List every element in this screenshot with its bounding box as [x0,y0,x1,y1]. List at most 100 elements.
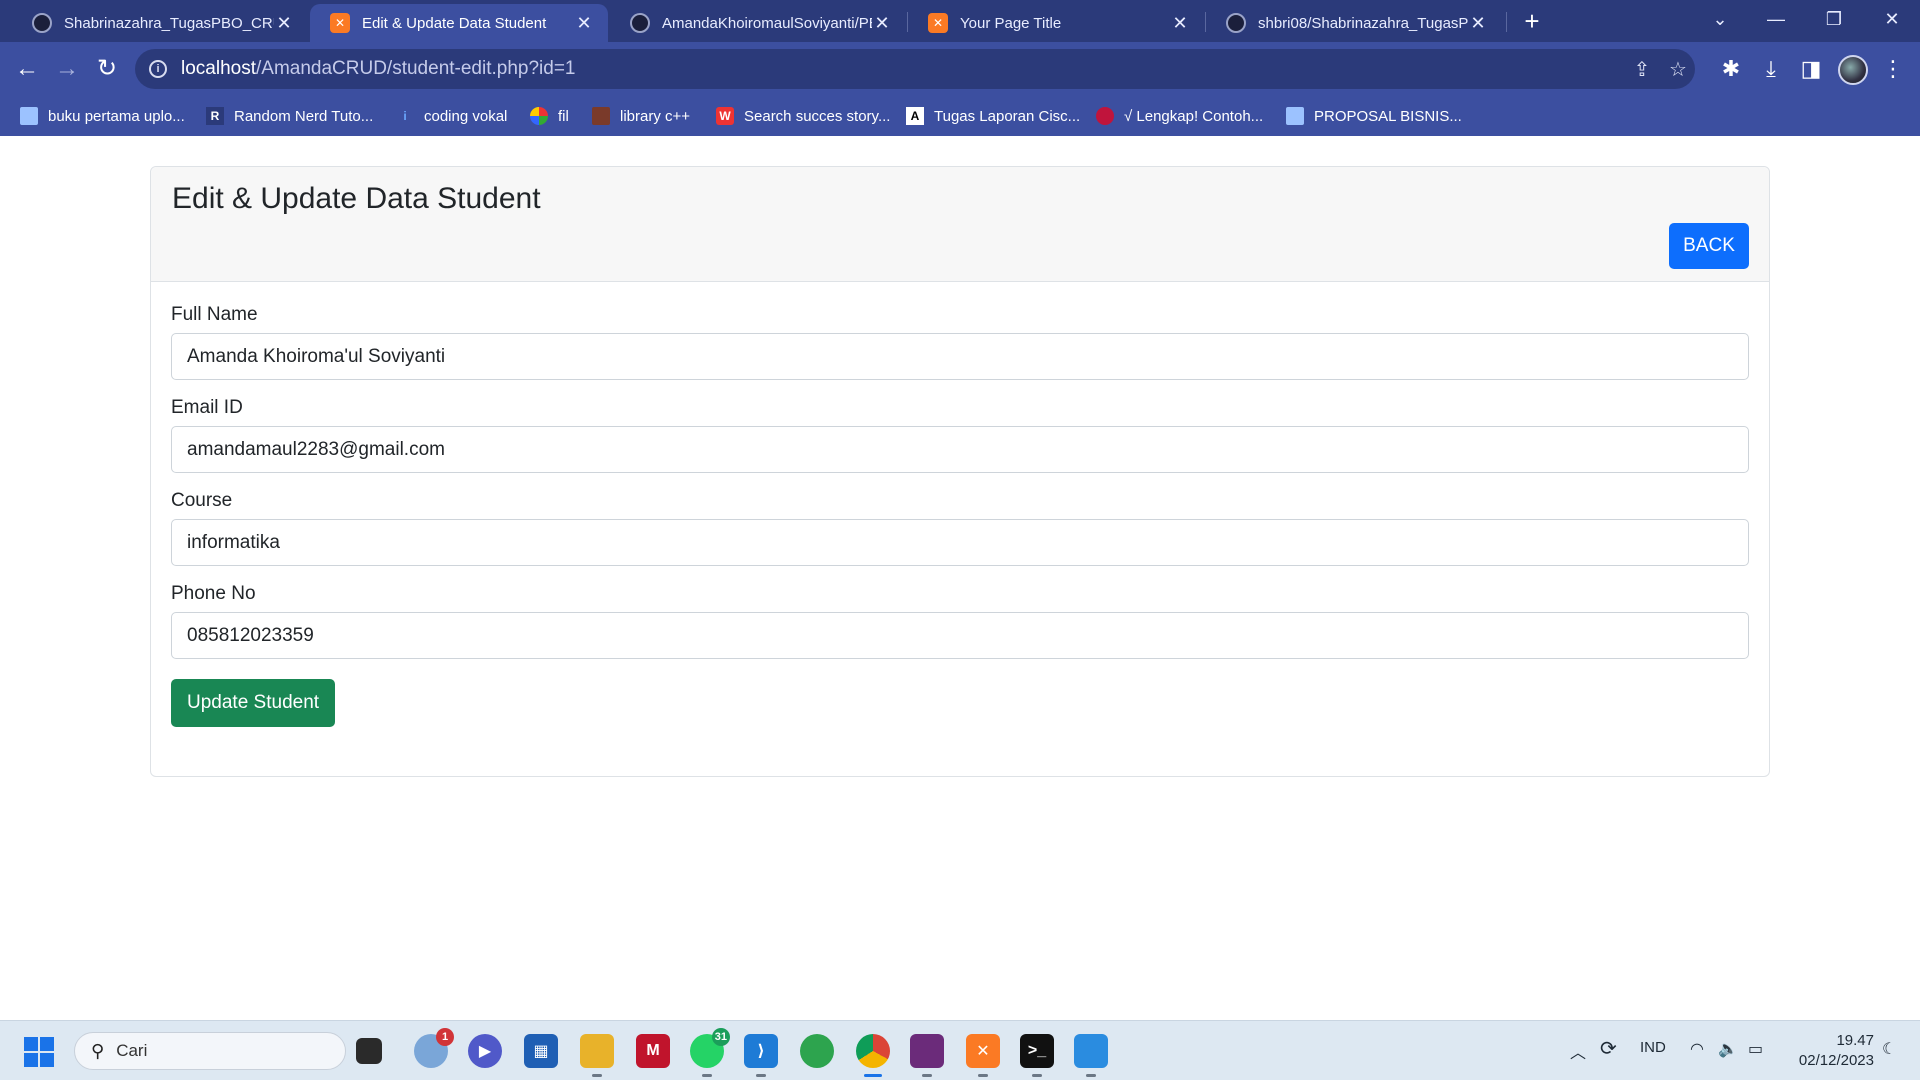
tab-edit-update[interactable]: ✕ Edit & Update Data Student ✕ [310,4,608,42]
bookmark-item[interactable]: R Random Nerd Tuto... [206,105,373,127]
chrome-icon[interactable] [856,1034,890,1077]
close-icon[interactable]: ✕ [872,13,892,34]
wifi-icon[interactable]: ◠ [1690,1039,1704,1059]
vscode-icon[interactable]: ⟩ [744,1034,778,1077]
bookmark-item[interactable]: PROPOSAL BISNIS... [1286,105,1462,127]
file-explorer-icon[interactable] [580,1034,614,1077]
page-title: Edit & Update Data Student [172,182,541,215]
bookmark-item[interactable]: fil [530,105,569,127]
phone-input[interactable] [171,612,1749,659]
site-info-icon[interactable]: i [149,60,167,78]
battery-icon[interactable]: ▭ [1748,1039,1763,1059]
a-icon: A [906,107,924,125]
tab-shbri08-repo[interactable]: shbri08/Shabrinazahra_TugasPB ✕ [1206,4,1502,42]
forward-arrow-icon[interactable]: → [48,50,86,88]
winrar-icon[interactable] [910,1034,944,1077]
weather-icon[interactable]: 1 [414,1028,454,1068]
terminal-icon[interactable]: >_ [1020,1034,1054,1077]
bookmark-label: Random Nerd Tuto... [234,107,374,125]
running-indicator [922,1074,932,1077]
xampp-taskbar-icon[interactable]: ✕ [966,1034,1000,1077]
bookmark-label: Search succes story... [744,107,891,125]
bookmark-label: library c++ [620,107,691,125]
bookmark-item[interactable]: A Tugas Laporan Cisc... [906,105,1080,127]
extensions-puzzle-icon[interactable]: ✱ [1714,52,1748,86]
notification-icon[interactable]: ☾ [1882,1039,1896,1059]
profile-avatar[interactable] [1838,55,1868,85]
card-header: Edit & Update Data Student BACK [151,167,1769,282]
edge-icon[interactable] [800,1034,834,1068]
new-tab-plus-icon[interactable]: + [1518,4,1546,38]
close-icon[interactable]: ✕ [1468,13,1488,34]
url-path: /AmandaCRUD/student-edit.php?id=1 [256,58,576,79]
share-icon[interactable]: ⇪ [1629,57,1655,83]
update-student-button[interactable]: Update Student [171,679,336,727]
back-arrow-icon[interactable]: ← [8,50,46,88]
github-icon [1226,13,1246,33]
library-icon [592,107,610,125]
windows-taskbar: ⚲ Cari 1 ▶ ▦ M 31 ⟩ ✕ >_ ︿ ⟳ IND ◠ 🔈 ▭ 1… [0,1020,1920,1080]
sync-icon[interactable]: ⟳ [1600,1036,1617,1061]
i-icon: i [403,109,407,123]
download-icon[interactable]: ⤓ [1754,52,1788,86]
reload-icon[interactable]: ↻ [88,50,126,88]
task-view-icon[interactable] [356,1038,382,1064]
tab-amanda-repo[interactable]: AmandaKhoiromaulSoviyanti/PB ✕ [610,4,906,42]
tab-search-chevron-icon[interactable]: ⌄ [1692,0,1748,40]
tab-title: Edit & Update Data Student [362,14,547,32]
tab-title: shbri08/Shabrinazahra_TugasPB [1258,14,1468,32]
r-icon: R [206,107,224,125]
doc-icon [1286,107,1304,125]
kebab-menu-icon[interactable]: ⋮ [1876,52,1910,86]
bookmarks-bar: buku pertama uplo... R Random Nerd Tuto..… [0,96,1920,136]
store-icon[interactable]: ▦ [524,1034,558,1068]
bookmark-item[interactable]: library c++ [592,105,690,127]
running-indicator [1086,1074,1096,1077]
bookmark-item[interactable]: W Search succes story... [716,105,890,127]
photos-icon[interactable] [1074,1034,1108,1077]
tray-chevron-icon[interactable]: ︿ [1570,1039,1586,1063]
window-close-icon[interactable]: ✕ [1864,0,1920,40]
chat-icon[interactable]: ▶ [468,1034,502,1068]
search-icon: ⚲ [91,1040,105,1061]
restore-icon[interactable]: ❐ [1806,0,1862,40]
bookmark-label: Tugas Laporan Cisc... [934,107,1081,125]
bookmark-item[interactable]: √ Lengkap! Contoh... [1096,105,1263,127]
running-indicator [756,1074,766,1077]
bookmark-label: fil [558,107,569,125]
taskbar-search-box[interactable]: ⚲ Cari [74,1032,346,1070]
address-bar[interactable]: i localhost/AmandaCRUD/student-edit.php?… [135,49,1695,89]
full-name-input[interactable] [171,333,1749,380]
bookmark-label: √ Lengkap! Contoh... [1124,107,1264,125]
pinwheel-icon [530,107,548,125]
windows-start-icon[interactable] [24,1037,54,1067]
side-panel-icon[interactable]: ◨ [1794,52,1828,86]
doc-icon [20,107,38,125]
running-indicator [592,1074,602,1077]
mcafee-icon[interactable]: M [636,1034,670,1068]
field-phone: Phone No [171,583,1749,659]
tab-your-page-title[interactable]: ✕ Your Page Title ✕ [908,4,1204,42]
minimize-icon[interactable]: — [1748,0,1804,40]
course-label: Course [171,490,233,511]
tab-shabrinazahra[interactable]: Shabrinazahra_TugasPBO_CRUD ✕ [12,4,308,42]
bookmark-star-icon[interactable]: ☆ [1665,57,1691,83]
close-icon[interactable]: ✕ [1170,13,1190,34]
course-input[interactable] [171,519,1749,566]
close-icon[interactable]: ✕ [574,13,594,34]
system-clock[interactable]: 19.47 02/12/2023 [1790,1031,1874,1071]
back-button[interactable]: BACK [1669,223,1749,269]
email-label: Email ID [171,397,243,418]
whatsapp-icon[interactable]: 31 [690,1028,730,1077]
browser-tab-strip: Shabrinazahra_TugasPBO_CRUD ✕ ✕ Edit & U… [0,0,1920,42]
url-host: localhost [181,58,256,79]
email-input[interactable] [171,426,1749,473]
tab-title: Your Page Title [960,14,1062,32]
close-icon[interactable]: ✕ [274,13,294,34]
language-indicator[interactable]: IND [1640,1039,1666,1056]
search-placeholder: Cari [116,1041,148,1060]
w-icon: W [716,107,734,125]
volume-icon[interactable]: 🔈 [1718,1039,1738,1059]
bookmark-item[interactable]: buku pertama uplo... [20,105,185,127]
bookmark-item[interactable]: i coding vokal [396,105,507,127]
